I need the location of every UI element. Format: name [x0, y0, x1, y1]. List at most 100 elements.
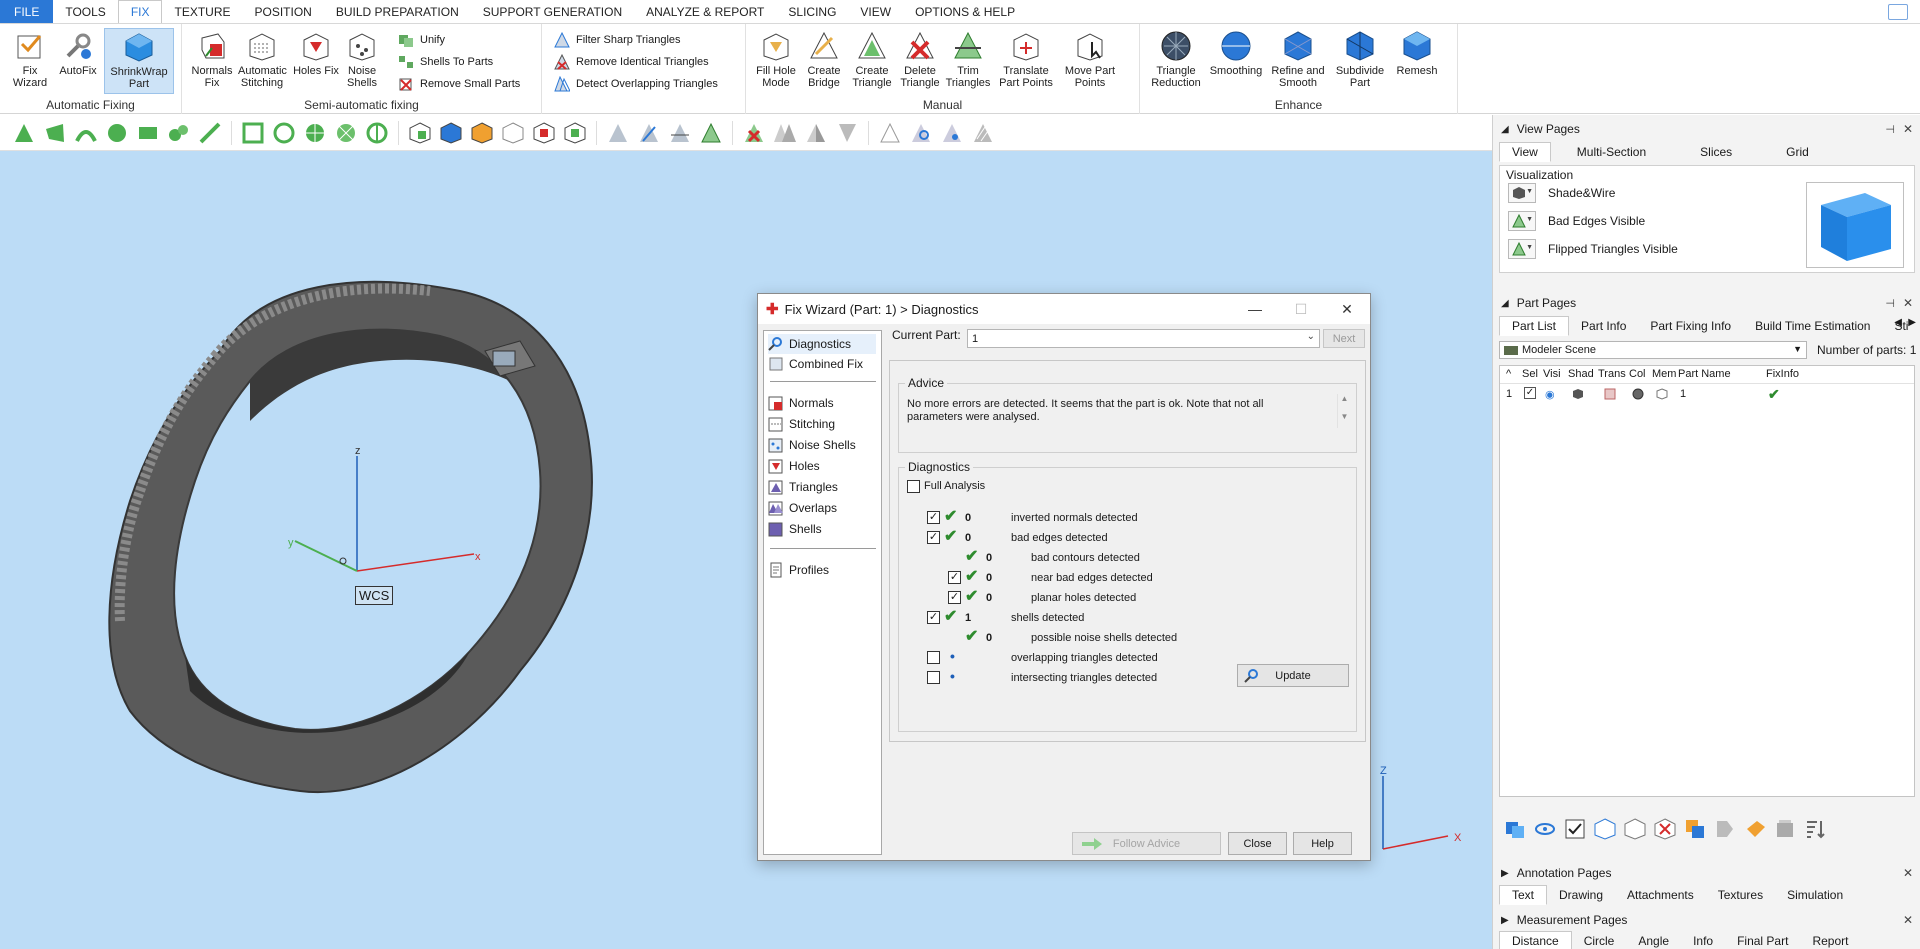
close-icon[interactable]: ✕ — [1903, 122, 1913, 136]
dialog-titlebar[interactable]: ✚ Fix Wizard (Part: 1) > Diagnostics — ☐… — [758, 294, 1370, 324]
tab-circle[interactable]: Circle — [1572, 931, 1627, 949]
intersecting-triangles-checkbox[interactable] — [927, 671, 940, 684]
select-sphere-icon[interactable] — [105, 121, 129, 145]
menu-view[interactable]: VIEW — [848, 0, 903, 23]
normals-fix-button[interactable]: Normals Fix — [188, 28, 236, 89]
nav-combined-fix[interactable]: Combined Fix — [768, 354, 863, 374]
tab-view[interactable]: View — [1499, 142, 1551, 162]
color-swatch-icon[interactable] — [1632, 388, 1644, 403]
tab-textures[interactable]: Textures — [1706, 885, 1775, 905]
part-merge-icon[interactable] — [1683, 817, 1707, 841]
menu-analyze-report[interactable]: ANALYZE & REPORT — [634, 0, 776, 23]
delete-triangle-button[interactable]: Delete Triangle — [896, 28, 944, 89]
triangle-wrench-icon[interactable] — [909, 121, 933, 145]
sort-icon[interactable]: ^ — [1506, 368, 1511, 380]
overlapping-triangles-checkbox[interactable] — [927, 651, 940, 664]
triangle-hatch-icon[interactable] — [971, 121, 995, 145]
flipped-triangles-dropdown[interactable]: ▼ — [1508, 239, 1536, 259]
close-icon[interactable]: ✕ — [1903, 296, 1913, 310]
menu-position[interactable]: POSITION — [243, 0, 324, 23]
col-fixinfo[interactable]: FixInfo — [1766, 368, 1799, 380]
nav-shells[interactable]: Shells — [768, 519, 822, 539]
minimize-button[interactable]: — — [1232, 294, 1278, 324]
select-curve-icon[interactable] — [74, 121, 98, 145]
advice-scrollbar[interactable]: ▲ ▼ — [1337, 394, 1351, 428]
triangle-cut-icon[interactable] — [668, 121, 692, 145]
part-green-icon[interactable] — [563, 121, 587, 145]
transparency-icon[interactable] — [1604, 388, 1616, 403]
menu-support-generation[interactable]: SUPPORT GENERATION — [471, 0, 634, 23]
part-stack-icon[interactable] — [1773, 817, 1797, 841]
translate-part-points-button[interactable]: Translate Part Points — [996, 28, 1056, 89]
inverted-normals-checkbox[interactable]: ✓ — [927, 511, 940, 524]
triangle-delete-icon[interactable] — [742, 121, 766, 145]
part-orange-tag-icon[interactable] — [1743, 817, 1767, 841]
near-bad-edges-checkbox[interactable]: ✓ — [948, 571, 961, 584]
autofix-button[interactable]: AutoFix — [54, 28, 102, 77]
tab-info[interactable]: Info — [1681, 931, 1725, 949]
fix-wizard-button[interactable]: Fix Wizard — [6, 28, 54, 89]
nav-normals[interactable]: Normals — [768, 393, 834, 413]
triangle-pair-icon[interactable] — [773, 121, 797, 145]
menu-fix[interactable]: FIX — [117, 0, 163, 23]
menu-texture[interactable]: TEXTURE — [162, 0, 242, 23]
tab-simulation[interactable]: Simulation — [1775, 885, 1855, 905]
remove-small-parts-button[interactable]: Remove Small Parts — [398, 74, 520, 94]
nav-noise-shells[interactable]: Noise Shells — [768, 435, 856, 455]
nav-profiles[interactable]: Profiles — [768, 560, 829, 580]
menu-options-help[interactable]: OPTIONS & HELP — [903, 0, 1027, 23]
part-select-icon[interactable] — [408, 121, 432, 145]
col-sel[interactable]: Sel — [1522, 368, 1538, 380]
sort-list-icon[interactable] — [1803, 817, 1827, 841]
bad-edges-dropdown[interactable]: ▼ — [1508, 211, 1536, 231]
col-visi[interactable]: Visi — [1543, 368, 1561, 380]
fill-hole-mode-button[interactable]: Fill Hole Mode — [752, 28, 800, 89]
parts-blue-icon[interactable] — [1503, 817, 1527, 841]
eye-icon[interactable]: ◉ — [1545, 388, 1555, 401]
col-col[interactable]: Col — [1629, 368, 1646, 380]
part-red-icon[interactable] — [532, 121, 556, 145]
next-button[interactable]: Next — [1323, 329, 1365, 348]
automatic-stitching-button[interactable]: Automatic Stitching — [238, 28, 287, 89]
tab-part-info[interactable]: Part Info — [1569, 316, 1638, 336]
col-trans[interactable]: Trans — [1598, 368, 1626, 380]
tab-build-time-estimation[interactable]: Build Time Estimation — [1743, 316, 1882, 336]
shade-cube-icon[interactable] — [1572, 388, 1584, 403]
tab-scroll-left-icon[interactable]: ◀ — [1894, 317, 1902, 328]
tab-grid[interactable]: Grid — [1774, 142, 1821, 162]
select-shell-icon[interactable] — [167, 121, 191, 145]
part-delete-icon[interactable] — [1653, 817, 1677, 841]
tab-report[interactable]: Report — [1800, 931, 1860, 949]
unify-button[interactable]: Unify — [398, 30, 445, 50]
shade-wire-option[interactable]: ▼ Shade&Wire — [1508, 182, 1615, 204]
col-mem[interactable]: Mem — [1652, 368, 1676, 380]
triangle-arrow-icon[interactable] — [637, 121, 661, 145]
select-cone-icon[interactable] — [365, 121, 389, 145]
update-button[interactable]: Update — [1237, 664, 1349, 687]
maximize-button[interactable]: ☐ — [1278, 294, 1324, 324]
shells-checkbox[interactable]: ✓ — [927, 611, 940, 624]
select-flat-icon[interactable] — [198, 121, 222, 145]
full-analysis-checkbox[interactable] — [907, 480, 920, 493]
tab-slices[interactable]: Slices — [1688, 142, 1744, 162]
part-blue-cube-icon[interactable] — [1593, 817, 1617, 841]
triangle-reduction-button[interactable]: Triangle Reduction — [1148, 28, 1204, 89]
triangle-flat-icon[interactable] — [835, 121, 859, 145]
create-triangle-button[interactable]: Create Triangle — [848, 28, 896, 89]
close-icon[interactable]: ✕ — [1903, 866, 1913, 880]
help-button[interactable]: Help — [1293, 832, 1352, 855]
triangle-green-icon[interactable] — [699, 121, 723, 145]
triangle-half-icon[interactable] — [804, 121, 828, 145]
view-pages-header[interactable]: ◢ View Pages ⊣ ✕ — [1493, 119, 1920, 139]
col-shad[interactable]: Shad — [1568, 368, 1594, 380]
select-all-icon[interactable] — [1563, 817, 1587, 841]
remesh-button[interactable]: Remesh — [1392, 28, 1442, 77]
select-plane-icon[interactable] — [136, 121, 160, 145]
shells-to-parts-button[interactable]: Shells To Parts — [398, 52, 493, 72]
tab-attachments[interactable]: Attachments — [1615, 885, 1706, 905]
menu-file[interactable]: FILE — [0, 0, 54, 23]
tab-final-part[interactable]: Final Part — [1725, 931, 1800, 949]
tab-part-fixing-info[interactable]: Part Fixing Info — [1638, 316, 1743, 336]
bad-edges-visible-option[interactable]: ▼ Bad Edges Visible — [1508, 210, 1645, 232]
nav-triangles[interactable]: Triangles — [768, 477, 838, 497]
